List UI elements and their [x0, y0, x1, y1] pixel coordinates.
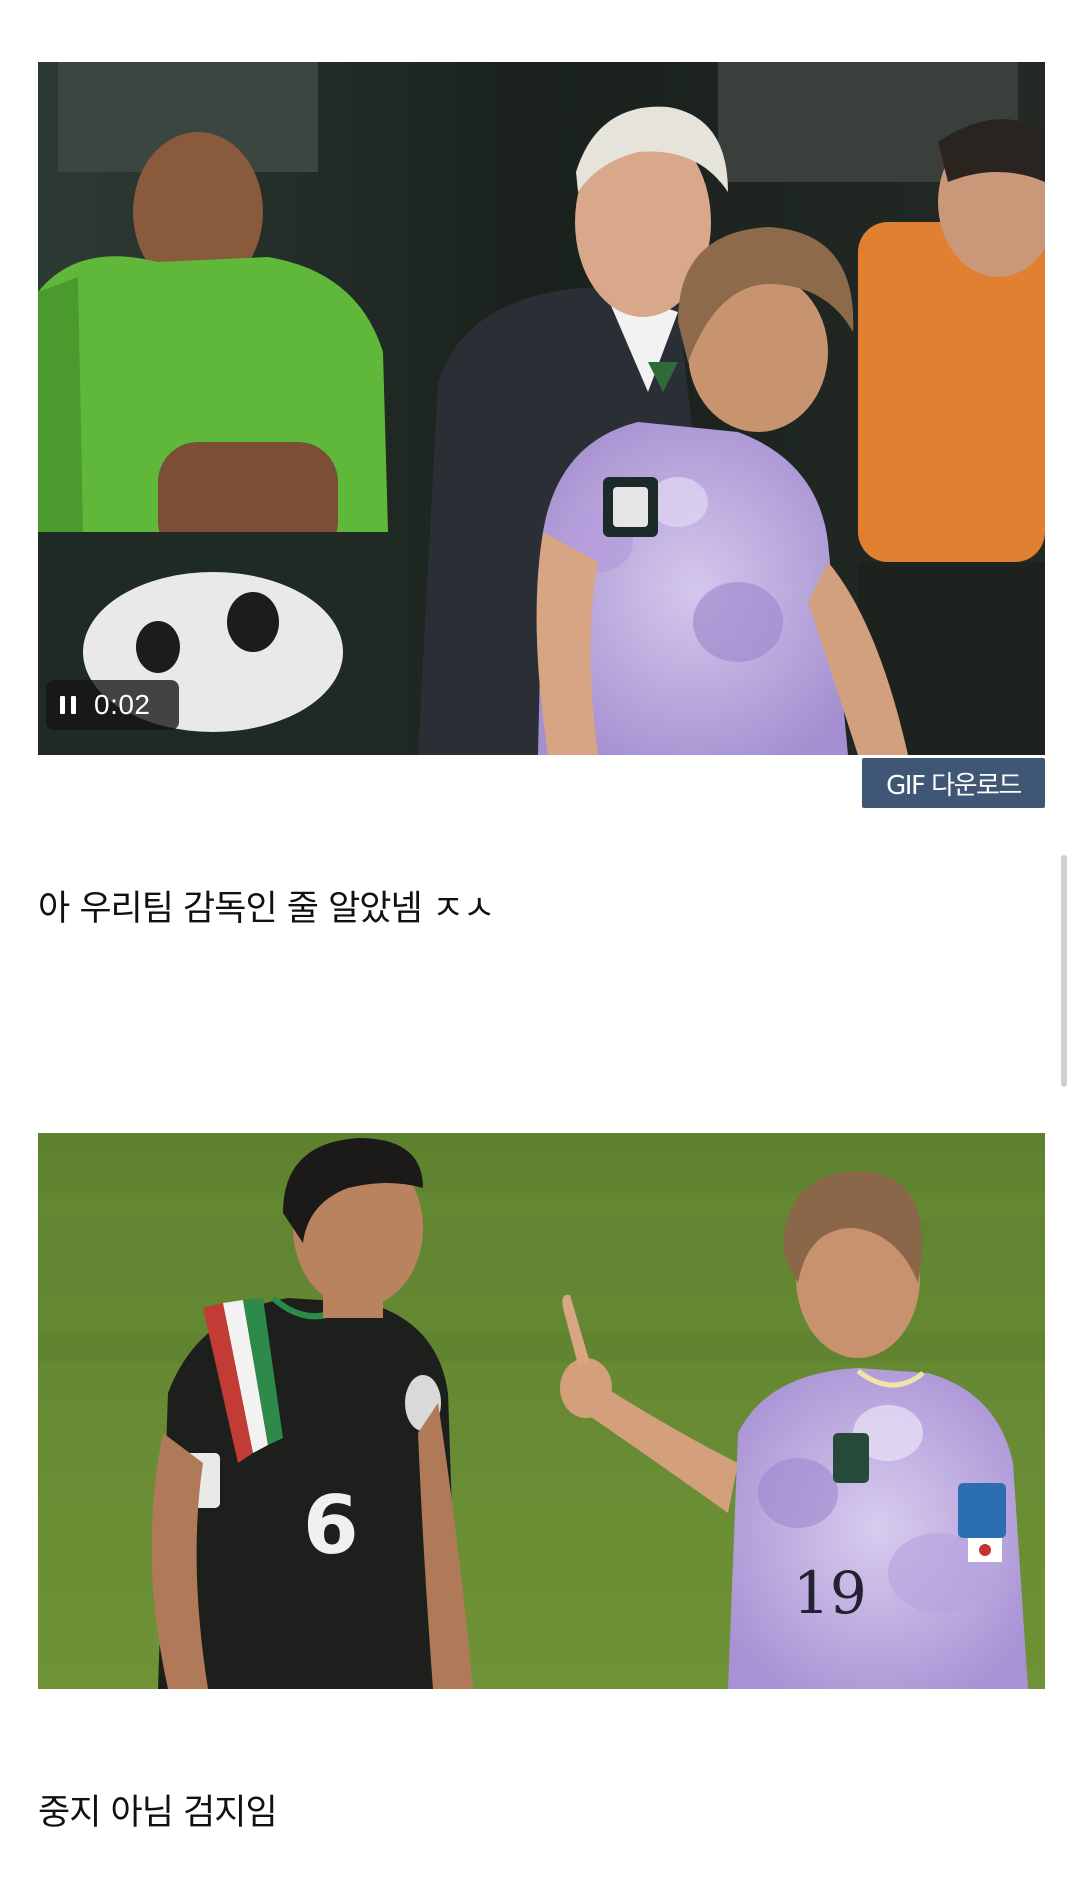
- video-play-pause-control[interactable]: 0:02: [46, 680, 179, 730]
- gif-download-button[interactable]: GIF 다운로드: [862, 758, 1045, 808]
- gif-media[interactable]: 0:02: [38, 62, 1045, 755]
- post-caption: 아 우리팀 감독인 줄 알았넴 ㅈㅅ: [38, 889, 495, 929]
- jersey-number-6: 6: [303, 1479, 359, 1572]
- scrollbar-thumb[interactable]: [1061, 855, 1067, 1087]
- post-image: 6 19: [38, 1133, 1045, 1689]
- post-caption: 중지 아님 검지임: [38, 1793, 278, 1833]
- pause-icon[interactable]: [60, 696, 76, 714]
- soccer-photo: 6 19: [38, 1133, 1045, 1689]
- jersey-number-19: 19: [793, 1559, 867, 1627]
- video-timestamp: 0:02: [94, 689, 151, 720]
- gif-frame-image: [38, 62, 1045, 755]
